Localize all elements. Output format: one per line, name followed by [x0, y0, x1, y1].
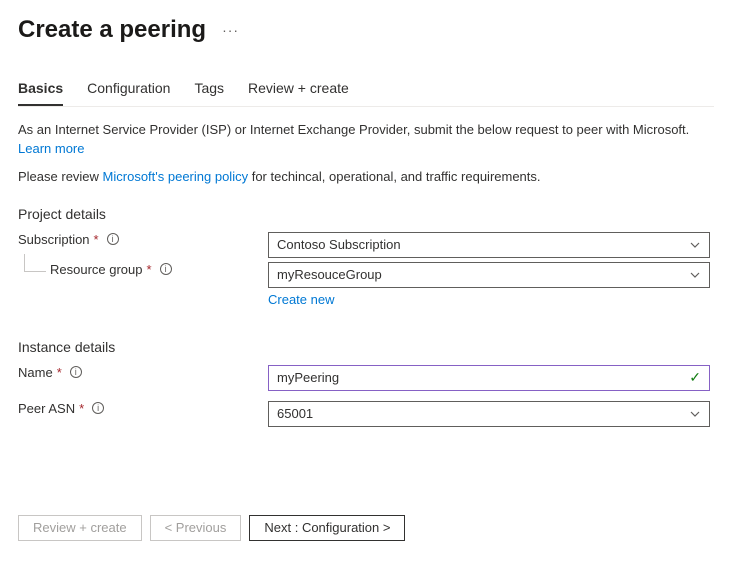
policy-prefix: Please review	[18, 169, 103, 184]
chevron-down-icon	[689, 269, 701, 281]
intro-text: As an Internet Service Provider (ISP) or…	[18, 121, 714, 159]
policy-note: Please review Microsoft's peering policy…	[18, 169, 714, 184]
create-new-link[interactable]: Create new	[268, 292, 710, 307]
peer-asn-label-text: Peer ASN	[18, 401, 75, 416]
info-icon[interactable]: i	[70, 366, 82, 378]
project-details-heading: Project details	[18, 206, 714, 222]
info-icon[interactable]: i	[92, 402, 104, 414]
footer-buttons: Review + create < Previous Next : Config…	[18, 505, 714, 541]
tabs: Basics Configuration Tags Review + creat…	[18, 74, 714, 107]
chevron-down-icon	[689, 408, 701, 420]
peering-policy-link[interactable]: Microsoft's peering policy	[103, 169, 249, 184]
peer-asn-dropdown[interactable]: 65001	[268, 401, 710, 427]
resource-group-label: Resource group * i	[18, 262, 268, 277]
peer-asn-label: Peer ASN * i	[18, 401, 268, 416]
name-label-text: Name	[18, 365, 53, 380]
required-asterisk: *	[94, 232, 99, 247]
info-icon[interactable]: i	[160, 263, 172, 275]
review-create-button: Review + create	[18, 515, 142, 541]
name-label: Name * i	[18, 365, 268, 380]
learn-more-link[interactable]: Learn more	[18, 141, 84, 156]
previous-button: < Previous	[150, 515, 242, 541]
policy-suffix: for techincal, operational, and traffic …	[248, 169, 540, 184]
tab-review-create[interactable]: Review + create	[248, 74, 349, 106]
required-asterisk: *	[57, 365, 62, 380]
resource-group-label-text: Resource group	[50, 262, 143, 277]
resource-group-value: myResouceGroup	[277, 267, 382, 282]
next-button[interactable]: Next : Configuration >	[249, 515, 405, 541]
tree-line	[24, 254, 46, 272]
subscription-label-text: Subscription	[18, 232, 90, 247]
page-title: Create a peering	[18, 16, 206, 44]
instance-details-heading: Instance details	[18, 339, 714, 355]
peer-asn-value: 65001	[277, 406, 313, 421]
subscription-dropdown[interactable]: Contoso Subscription	[268, 232, 710, 258]
tab-basics[interactable]: Basics	[18, 74, 63, 106]
tab-tags[interactable]: Tags	[194, 74, 224, 106]
name-input[interactable]: myPeering ✓	[268, 365, 710, 391]
subscription-value: Contoso Subscription	[277, 237, 401, 252]
intro-line: As an Internet Service Provider (ISP) or…	[18, 122, 689, 137]
tab-configuration[interactable]: Configuration	[87, 74, 170, 106]
name-value: myPeering	[277, 370, 339, 385]
more-icon[interactable]: ···	[222, 22, 239, 38]
info-icon[interactable]: i	[107, 233, 119, 245]
required-asterisk: *	[79, 401, 84, 416]
chevron-down-icon	[689, 239, 701, 251]
resource-group-dropdown[interactable]: myResouceGroup	[268, 262, 710, 288]
checkmark-icon: ✓	[689, 369, 701, 386]
required-asterisk: *	[147, 262, 152, 277]
subscription-label: Subscription * i	[18, 232, 268, 247]
